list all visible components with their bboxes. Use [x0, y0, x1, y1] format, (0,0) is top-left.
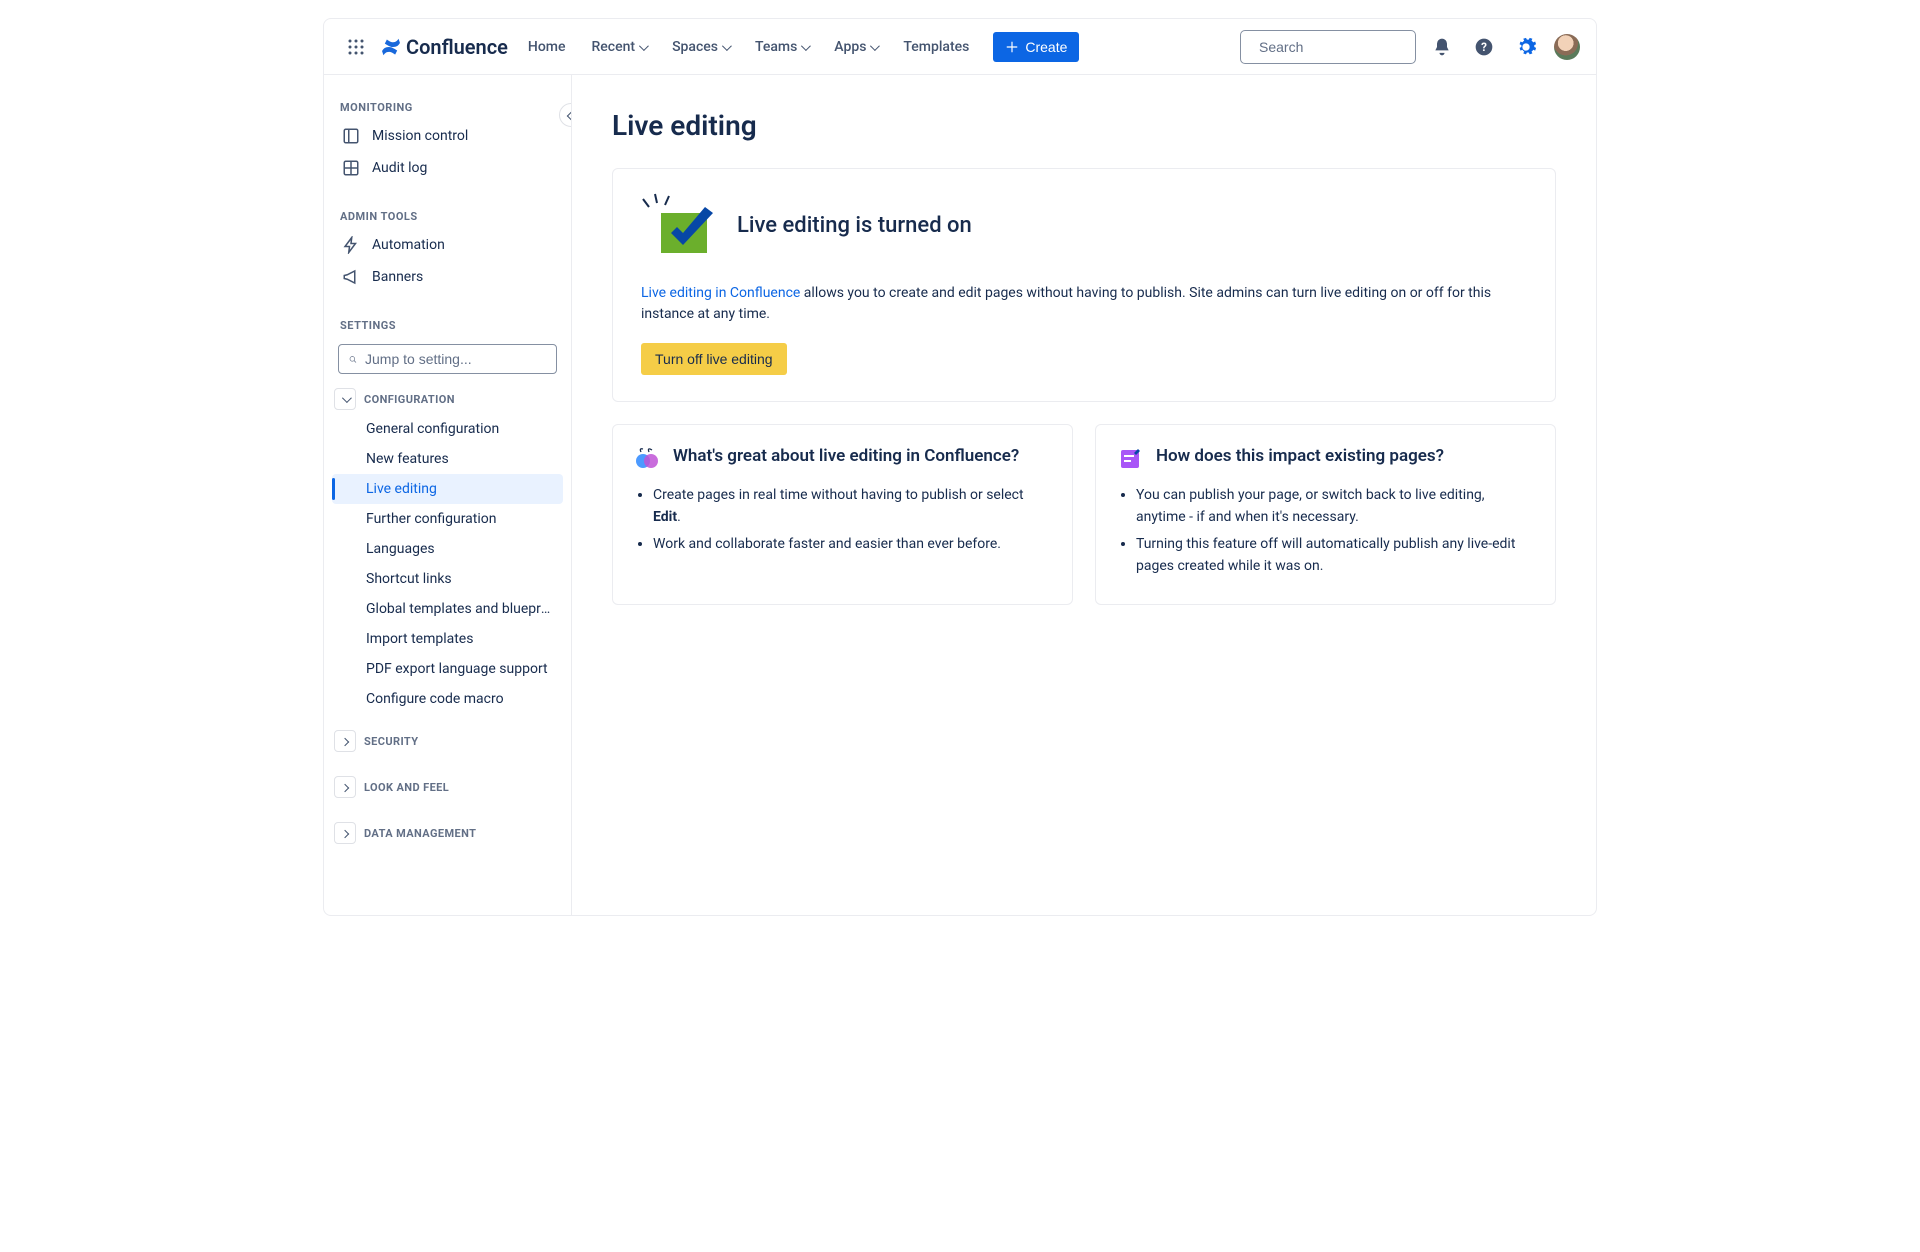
section-toggle-datamgmt[interactable]	[334, 822, 356, 844]
checkmark-illustration-icon	[641, 193, 715, 257]
config-live-editing[interactable]: Live editing	[332, 474, 563, 504]
grid-icon	[342, 159, 360, 177]
info-card-impact: How does this impact existing pages? You…	[1095, 424, 1556, 605]
search-field[interactable]	[1259, 39, 1440, 55]
page-title: Live editing	[612, 109, 1556, 142]
plus-icon	[1005, 40, 1019, 54]
sidebar-group-settings: SETTINGS	[332, 311, 563, 338]
help-icon[interactable]: ?	[1468, 31, 1500, 63]
info-card-bullets: Create pages in real time without having…	[635, 485, 1050, 556]
config-general[interactable]: General configuration	[332, 414, 563, 444]
info-card-bullets: You can publish your page, or switch bac…	[1118, 485, 1533, 578]
nav-spaces[interactable]: Spaces	[664, 33, 737, 61]
config-languages[interactable]: Languages	[332, 534, 563, 564]
config-code-macro[interactable]: Configure code macro	[332, 684, 563, 714]
document-icon	[1118, 447, 1142, 471]
chevron-right-icon	[342, 735, 348, 748]
list-item: Create pages in real time without having…	[653, 485, 1050, 528]
main-content: Live editing Live editing is turned on	[572, 75, 1596, 915]
hero-card: Live editing is turned on Live editing i…	[612, 168, 1556, 402]
section-security-label: SECURITY	[364, 735, 418, 748]
sidebar-item-mission-control[interactable]: Mission control	[332, 120, 563, 152]
settings-icon[interactable]	[1510, 31, 1542, 63]
top-header: Confluence Home Recent Spaces Teams Apps…	[324, 19, 1596, 75]
config-shortcut-links[interactable]: Shortcut links	[332, 564, 563, 594]
sidebar-group-admin-tools: ADMIN TOOLS	[332, 202, 563, 229]
hero-description: Live editing in Confluence allows you to…	[641, 283, 1527, 325]
turn-off-live-editing-button[interactable]: Turn off live editing	[641, 343, 787, 375]
info-card-whats-great: What's great about live editing in Confl…	[612, 424, 1073, 605]
chevron-down-icon	[342, 393, 349, 406]
section-toggle-configuration[interactable]	[334, 388, 356, 410]
live-editing-link[interactable]: Live editing in Confluence	[641, 285, 800, 301]
nav-templates[interactable]: Templates	[895, 33, 977, 61]
nav-teams[interactable]: Teams	[747, 33, 816, 61]
search-input[interactable]	[1240, 30, 1416, 64]
config-import-templates[interactable]: Import templates	[332, 624, 563, 654]
section-configuration-label: CONFIGURATION	[364, 393, 455, 406]
megaphone-icon	[342, 268, 360, 286]
chevron-down-icon	[801, 39, 808, 55]
avatar[interactable]	[1554, 34, 1580, 60]
config-pdf-export[interactable]: PDF export language support	[332, 654, 563, 684]
chevron-right-icon	[342, 827, 348, 840]
app-switcher-icon[interactable]	[340, 31, 372, 63]
nav-apps[interactable]: Apps	[826, 33, 885, 61]
config-new-features[interactable]: New features	[332, 444, 563, 474]
sidebar-item-automation[interactable]: Automation	[332, 229, 563, 261]
config-global-templates[interactable]: Global templates and bluepri...	[332, 594, 563, 624]
chevron-down-icon	[870, 39, 877, 55]
product-name: Confluence	[406, 35, 508, 59]
chevron-down-icon	[722, 39, 729, 55]
chevron-down-icon	[639, 39, 646, 55]
info-card-title: How does this impact existing pages?	[1156, 445, 1444, 468]
create-button[interactable]: Create	[993, 32, 1079, 62]
confluence-logo[interactable]: Confluence	[378, 35, 512, 59]
people-icon	[635, 447, 659, 471]
list-item: Turning this feature off will automatica…	[1136, 534, 1533, 577]
section-toggle-lookandfeel[interactable]	[334, 776, 356, 798]
nav-recent[interactable]: Recent	[583, 33, 654, 61]
lightning-icon	[342, 236, 360, 254]
info-card-title: What's great about live editing in Confl…	[673, 445, 1019, 468]
sidebar-item-banners[interactable]: Banners	[332, 261, 563, 293]
notifications-icon[interactable]	[1426, 31, 1458, 63]
sidebar-item-audit-log[interactable]: Audit log	[332, 152, 563, 184]
sidebar-group-monitoring: MONITORING	[332, 93, 563, 120]
chevron-right-icon	[342, 781, 348, 794]
nav-home[interactable]: Home	[520, 33, 574, 61]
config-further[interactable]: Further configuration	[332, 504, 563, 534]
svg-text:?: ?	[1481, 40, 1487, 54]
list-item: You can publish your page, or switch bac…	[1136, 485, 1533, 528]
hero-title: Live editing is turned on	[737, 213, 972, 238]
search-icon	[349, 352, 357, 367]
dashboard-icon	[342, 127, 360, 145]
jump-to-setting-input[interactable]	[338, 344, 557, 374]
section-datamanagement-label: DATA MANAGEMENT	[364, 827, 476, 840]
section-lookandfeel-label: LOOK AND FEEL	[364, 781, 449, 794]
list-item: Work and collaborate faster and easier t…	[653, 534, 1050, 556]
chevron-left-icon	[568, 108, 572, 122]
section-toggle-security[interactable]	[334, 730, 356, 752]
sidebar: MONITORING Mission control Audit log ADM…	[324, 75, 572, 915]
